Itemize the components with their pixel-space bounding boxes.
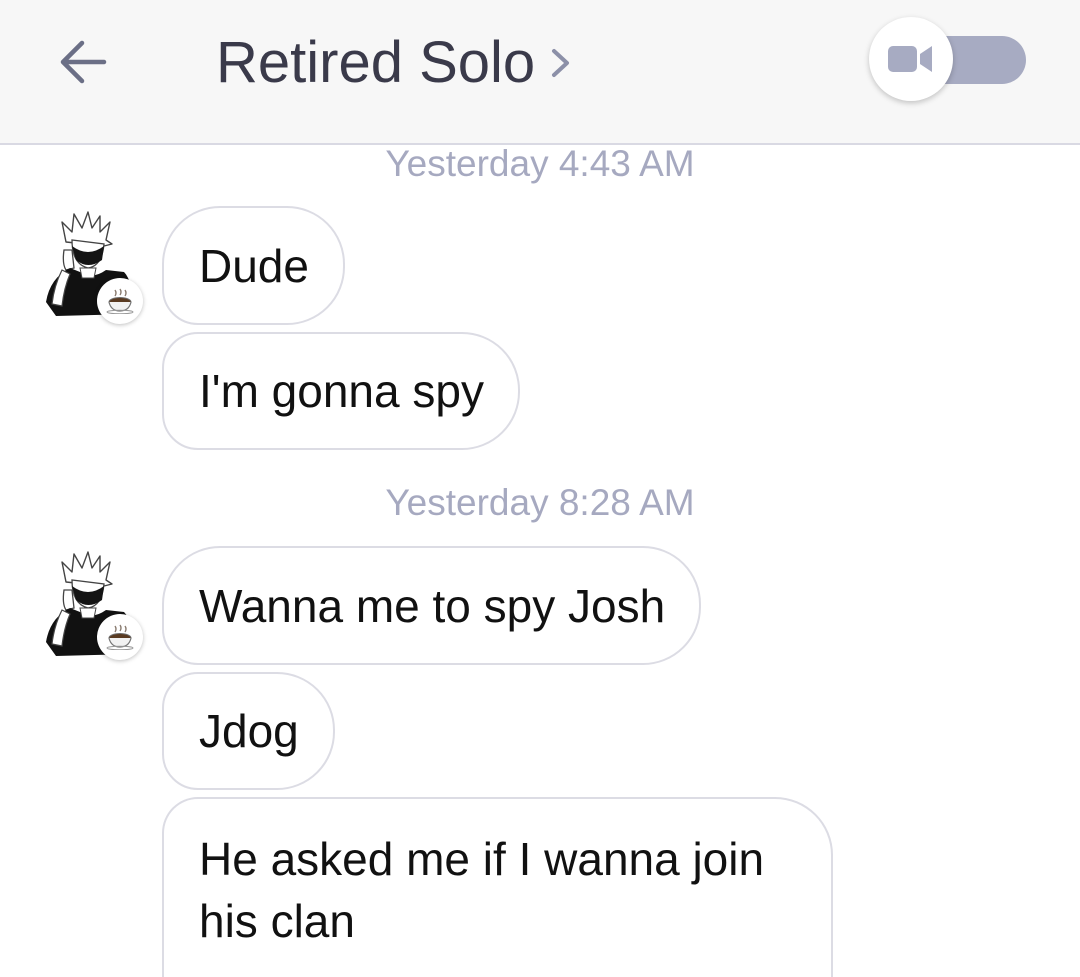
message-text: Wanna me to spy Josh: [199, 579, 666, 632]
message-text: I'm gonna spy: [199, 365, 484, 417]
message-bubble[interactable]: Jdog: [162, 672, 335, 790]
contact-title[interactable]: Retired Solo: [216, 28, 573, 98]
contact-avatar[interactable]: [36, 546, 148, 662]
timestamp: Yesterday 4:43 AM: [385, 143, 695, 184]
toggle-knob: [869, 17, 953, 101]
contact-avatar[interactable]: [36, 206, 148, 324]
status-badge: [97, 278, 143, 324]
chevron-right-icon: [552, 49, 570, 77]
message-bubble[interactable]: Wanna me to spy Josh: [162, 546, 702, 665]
video-call-toggle[interactable]: [868, 17, 1028, 105]
message-text: Jdog: [199, 705, 299, 757]
back-button[interactable]: [52, 30, 116, 94]
message-bubble[interactable]: He asked me if I wanna join his clan: [162, 797, 833, 977]
coffee-cup-icon: [106, 288, 134, 314]
back-arrow-icon: [60, 40, 107, 84]
coffee-cup-icon: [106, 624, 134, 650]
message-bubble[interactable]: Dude: [162, 206, 345, 325]
timestamp: Yesterday 8:28 AM: [385, 482, 695, 523]
message-text: He asked me if I wanna join his clan: [199, 833, 765, 947]
contact-name: Retired Solo: [216, 30, 536, 95]
status-badge: [97, 614, 143, 660]
chat-header: Retired Solo: [0, 0, 1080, 145]
video-camera-icon: [888, 46, 932, 72]
message-text: Dude: [199, 239, 309, 292]
message-bubble[interactable]: I'm gonna spy: [162, 332, 520, 450]
